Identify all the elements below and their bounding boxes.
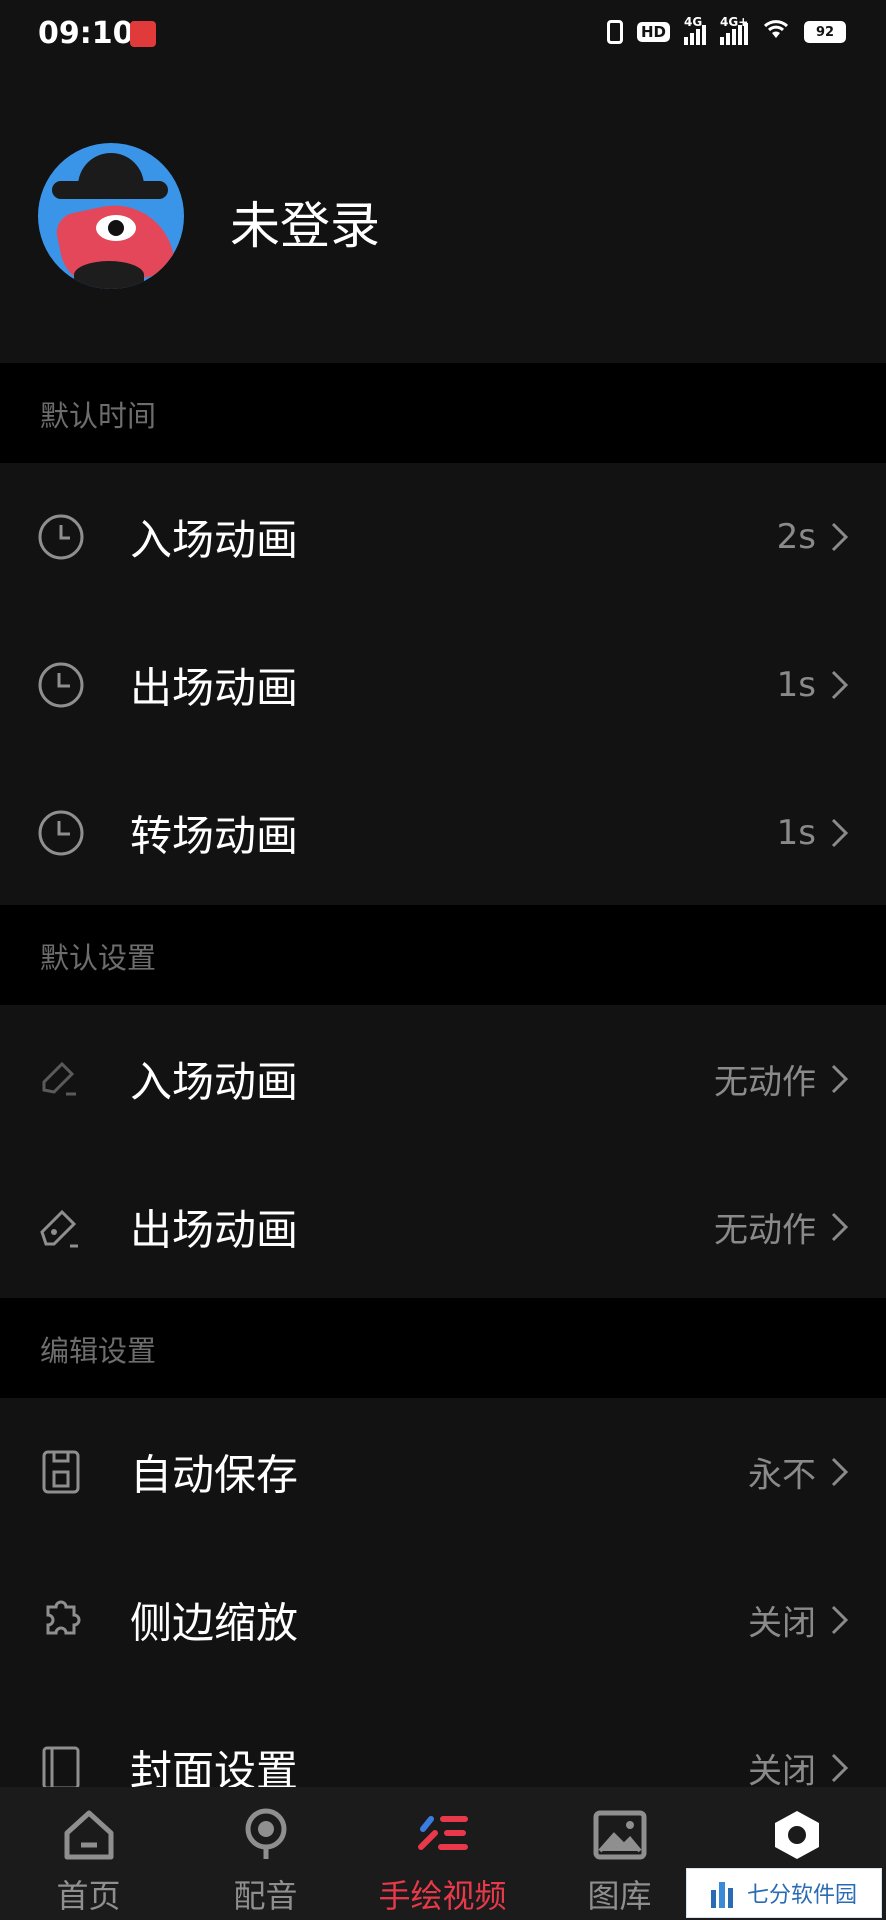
setting-row-enter-animation-time[interactable]: 入场动画 2s xyxy=(0,463,886,611)
tab-gallery[interactable]: 图库 xyxy=(531,1787,708,1920)
pencil-icon xyxy=(42,1061,76,1096)
setting-row-side-zoom[interactable]: 侧边缩放 关闭 xyxy=(0,1546,886,1694)
setting-label: 出场动画 xyxy=(130,1205,299,1255)
setting-row-auto-save[interactable]: 自动保存 永不 xyxy=(0,1398,886,1546)
setting-value: 无动作 xyxy=(714,1062,816,1103)
setting-value: 关闭 xyxy=(748,1751,816,1792)
tab-label: 图库 xyxy=(587,1877,652,1915)
draw-video-icon xyxy=(417,1816,468,1850)
chevron-right-icon xyxy=(831,1212,849,1242)
setting-row-exit-animation-action[interactable]: 出场动画 无动作 xyxy=(0,1153,886,1301)
microphone-icon xyxy=(245,1808,286,1859)
settings-group-default-time: 入场动画 2s 出场动画 1s 转场动画 1s xyxy=(0,463,886,905)
tab-label: 手绘视频 xyxy=(378,1877,507,1915)
building-logo-icon xyxy=(711,1882,733,1908)
section-header-edit-settings: 编辑设置 xyxy=(0,1298,886,1398)
notification-app-icon xyxy=(130,21,156,47)
chevron-right-icon xyxy=(831,1753,849,1783)
setting-value: 无动作 xyxy=(714,1210,816,1251)
signal-icon: 4G xyxy=(684,15,706,45)
setting-label: 出场动画 xyxy=(130,663,299,713)
status-time: 09:10 xyxy=(38,16,134,51)
chevron-right-icon xyxy=(831,670,849,700)
setting-value: 永不 xyxy=(748,1455,816,1496)
setting-label: 转场动画 xyxy=(130,811,299,861)
puzzle-icon xyxy=(46,1600,81,1635)
setting-label: 侧边缩放 xyxy=(130,1598,299,1648)
clock-icon xyxy=(38,810,84,856)
battery-icon: 92 xyxy=(804,21,846,43)
settings-hexagon-icon xyxy=(774,1811,819,1859)
chevron-right-icon xyxy=(831,818,849,848)
cover-icon xyxy=(42,1746,80,1790)
chevron-right-icon xyxy=(831,522,849,552)
tab-home[interactable]: 首页 xyxy=(0,1787,177,1920)
watermark-badge: 七分软件园 xyxy=(686,1868,882,1918)
setting-value: 2s xyxy=(776,517,816,557)
setting-row-enter-animation-action[interactable]: 入场动画 无动作 xyxy=(0,1005,886,1153)
section-title: 编辑设置 xyxy=(40,1334,157,1368)
wifi-icon xyxy=(762,18,790,46)
settings-group-edit-settings: 自动保存 永不 侧边缩放 关闭 封面设置 关闭 xyxy=(0,1398,886,1796)
setting-row-exit-animation-time[interactable]: 出场动画 1s xyxy=(0,611,886,759)
gallery-icon xyxy=(593,1810,646,1860)
status-bar: 09:10 HD 4G 4G+ 92 xyxy=(0,0,886,70)
section-title: 默认设置 xyxy=(40,941,157,975)
signal-icon: 4G+ xyxy=(720,15,748,45)
setting-label: 自动保存 xyxy=(130,1450,299,1500)
setting-value: 1s xyxy=(776,813,816,853)
chevron-right-icon xyxy=(831,1064,849,1094)
signal-label: 4G+ xyxy=(720,15,749,29)
profile-header[interactable]: 未登录 xyxy=(0,70,886,363)
clock-icon xyxy=(38,514,84,560)
signal-label: 4G xyxy=(684,15,703,29)
settings-group-default-settings: 入场动画 无动作 出场动画 无动作 xyxy=(0,1005,886,1298)
setting-value: 1s xyxy=(776,665,816,705)
watermark-text: 七分软件园 xyxy=(747,1883,858,1908)
section-header-default-time: 默认时间 xyxy=(0,363,886,463)
setting-value: 关闭 xyxy=(748,1603,816,1644)
section-header-default-settings: 默认设置 xyxy=(0,905,886,1005)
avatar[interactable] xyxy=(38,143,184,289)
setting-label: 入场动画 xyxy=(130,1057,299,1107)
vibrate-icon xyxy=(606,20,623,44)
hd-badge: HD xyxy=(636,22,670,42)
tab-label: 首页 xyxy=(56,1877,121,1915)
clock-icon xyxy=(38,662,84,708)
tab-label: 配音 xyxy=(233,1877,298,1915)
section-title: 默认时间 xyxy=(40,399,157,433)
eraser-icon xyxy=(40,1209,78,1248)
username-label[interactable]: 未登录 xyxy=(230,186,380,258)
chevron-right-icon xyxy=(831,1457,849,1487)
home-icon xyxy=(64,1810,113,1860)
setting-row-transition-animation-time[interactable]: 转场动画 1s xyxy=(0,759,886,907)
status-icons: HD 4G 4G+ 92 xyxy=(606,15,846,46)
tab-hand-drawn-video[interactable]: 手绘视频 xyxy=(354,1787,531,1920)
tab-dubbing[interactable]: 配音 xyxy=(177,1787,354,1920)
chevron-right-icon xyxy=(831,1605,849,1635)
save-icon xyxy=(42,1450,80,1494)
setting-label: 入场动画 xyxy=(130,515,299,565)
